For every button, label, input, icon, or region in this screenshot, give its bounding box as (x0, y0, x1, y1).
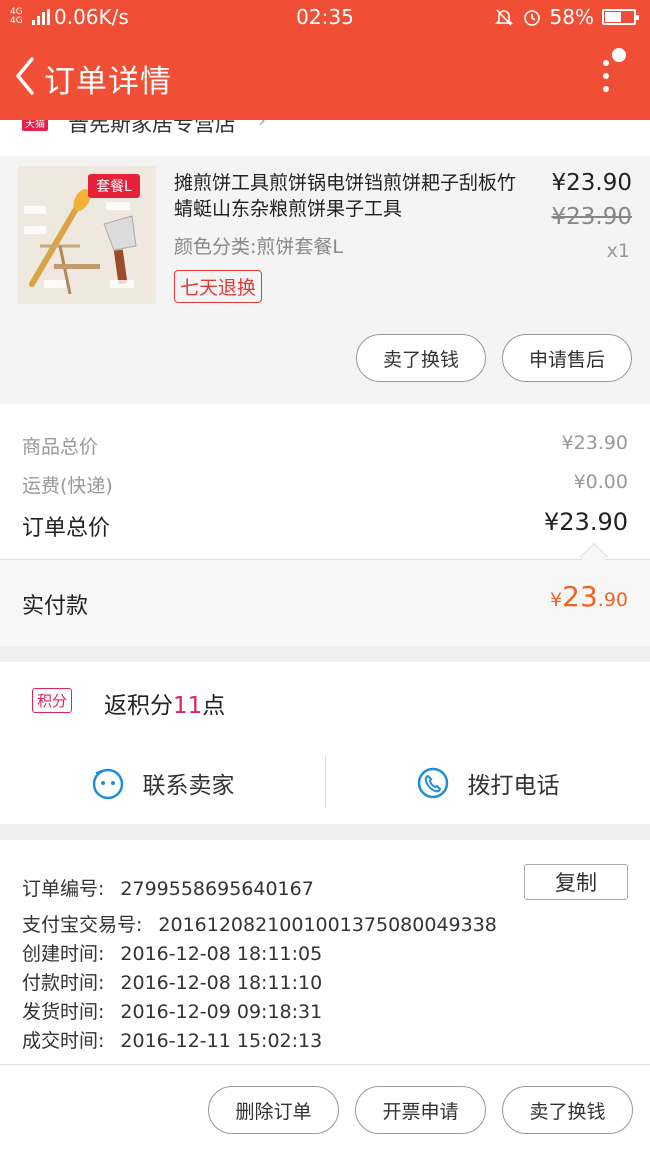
points-text: 返积分11点 (104, 686, 225, 720)
alarm-icon (523, 10, 540, 26)
paid-label: 实付款 (22, 594, 89, 619)
order-total-label: 订单总价 (22, 516, 111, 541)
copy-button[interactable]: 复制 (524, 864, 628, 900)
order-info: 订单编号: 2799558695640167 复制 支付宝交易号: 20161208… (0, 840, 650, 1064)
shipping-label: 运费(快递) (22, 475, 113, 497)
order-number: 2799558695640167 (120, 878, 314, 900)
paid-section: 实付款 ¥23.90 (0, 559, 650, 646)
shop-name[interactable]: 晋宪斯家居专营店 (68, 120, 236, 138)
points-badge: 积分 (32, 688, 73, 713)
product-original-price: ¥23.90 (551, 204, 632, 230)
created-label: 创建时间: (22, 943, 105, 965)
chat-face-icon (92, 768, 123, 800)
paid-amount: ¥23.90 (550, 580, 628, 613)
product-card[interactable]: 套餐L 摊煎饼工具煎饼锅电饼铛煎饼耙子刮板竹蜻蜓山东杂粮煎饼果子工具 颜色分类:… (0, 156, 650, 404)
chevron-right-icon: › (258, 120, 266, 132)
product-quantity: x1 (606, 240, 630, 262)
order-number-label: 订单编号: (22, 878, 105, 900)
shop-row[interactable]: 天猫 晋宪斯家居专营店 › (0, 120, 650, 156)
phone-icon (417, 767, 448, 799)
shipped-time: 2016-12-09 09:18:31 (120, 1001, 323, 1023)
shipped-time-row: 发货时间: 2016-12-09 09:18:31 (22, 997, 322, 1024)
invoice-request-button[interactable]: 开票申请 (355, 1086, 486, 1134)
shipped-label: 发货时间: (22, 1001, 105, 1023)
tmall-badge: 天猫 (22, 120, 48, 131)
refund-policy-tag: 七天退换 (174, 270, 263, 303)
delete-order-button[interactable]: 删除订单 (208, 1086, 339, 1134)
paid-time-label: 付款时间: (22, 972, 105, 994)
completed-time: 2016-12-11 15:02:13 (120, 1030, 323, 1052)
paid-integer: 23 (562, 580, 598, 613)
after-sales-button[interactable]: 申请售后 (502, 334, 632, 382)
points-row: 积分 返积分11点 (0, 662, 650, 742)
contact-bar: 联系卖家 拨打电话 (0, 742, 650, 824)
paid-currency: ¥ (550, 589, 563, 611)
footer-actions: 删除订单 开票申请 卖了换钱 (0, 1064, 650, 1155)
notification-dot (612, 48, 626, 62)
points-suffix: 点 (202, 693, 226, 719)
order-total-value: ¥23.90 (544, 508, 628, 536)
product-sku: 颜色分类:煎饼套餐L (174, 236, 343, 258)
paid-time: 2016-12-08 18:11:10 (120, 972, 323, 994)
created-time: 2016-12-08 18:11:05 (120, 943, 323, 965)
product-thumb-tag: 套餐L (88, 174, 140, 198)
completed-label: 成交时间: (22, 1030, 105, 1052)
footer-resell-button[interactable]: 卖了换钱 (502, 1086, 633, 1134)
points-value: 11 (173, 693, 203, 719)
status-bar: 4G 4G 0.06K/s 02:35 58% (0, 0, 650, 34)
product-thumbnail[interactable]: 套餐L (18, 166, 156, 304)
shipping-value: ¥0.00 (573, 471, 628, 493)
alipay-label: 支付宝交易号: (22, 914, 143, 936)
order-number-row: 订单编号: 2799558695640167 (22, 874, 314, 901)
call-phone-label: 拨打电话 (467, 773, 560, 799)
alipay-row: 支付宝交易号: 2016120821001001375080049338 (22, 910, 497, 937)
goods-total-value: ¥23.90 (561, 432, 628, 454)
contact-seller-button[interactable]: 联系卖家 (0, 742, 325, 824)
paid-time-row: 付款时间: 2016-12-08 18:11:10 (22, 968, 322, 995)
more-menu-icon[interactable] (598, 48, 628, 104)
page-title: 订单详情 (44, 64, 172, 100)
product-price: ¥23.90 (551, 170, 632, 196)
goods-total-label: 商品总价 (22, 436, 99, 458)
product-title[interactable]: 摊煎饼工具煎饼锅电饼铛煎饼耙子刮板竹蜻蜓山东杂粮煎饼果子工具 (174, 170, 524, 222)
created-time-row: 创建时间: 2016-12-08 18:11:05 (22, 939, 322, 966)
back-icon[interactable] (12, 56, 38, 96)
completed-time-row: 成交时间: 2016-12-11 15:02:13 (22, 1026, 322, 1053)
paid-decimal: .90 (597, 589, 628, 611)
battery-percent: 58% (549, 5, 594, 29)
mute-bell-icon (494, 9, 513, 26)
points-prefix: 返积分 (104, 693, 173, 719)
contact-seller-label: 联系卖家 (142, 773, 235, 799)
resell-button[interactable]: 卖了换钱 (356, 334, 486, 382)
price-summary: 商品总价 ¥23.90 运费(快递) ¥0.00 订单总价 ¥23.90 实付款… (0, 404, 650, 646)
call-phone-button[interactable]: 拨打电话 (325, 742, 650, 824)
battery-icon (602, 9, 639, 25)
battery-fill (605, 12, 621, 22)
nav-bar: 订单详情 (0, 34, 650, 120)
alipay-number: 2016120821001001375080049338 (158, 914, 497, 936)
